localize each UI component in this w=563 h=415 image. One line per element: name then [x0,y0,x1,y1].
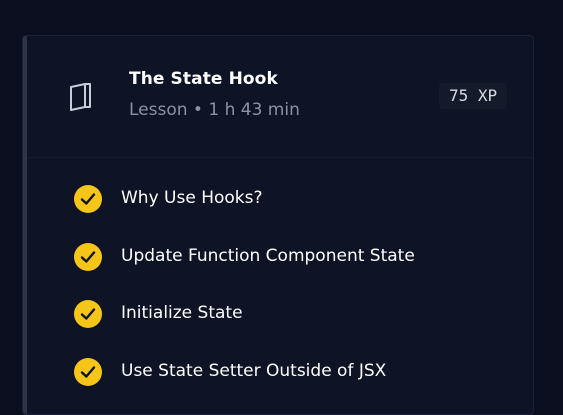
list-item[interactable]: Use State Setter Outside of JSX [74,357,524,387]
list-item[interactable]: Initialize State [74,299,524,329]
lesson-meta: Lesson • 1 h 43 min [129,100,300,120]
check-circle-icon [74,243,102,271]
list-item-label: Update Function Component State [121,246,415,266]
check-circle-icon [74,358,102,386]
list-item-label: Why Use Hooks? [121,188,263,208]
list-item-label: Use State Setter Outside of JSX [121,361,387,381]
list-item[interactable]: Why Use Hooks? [74,184,524,214]
lesson-card: The State Hook Lesson • 1 h 43 min 75 XP… [22,35,534,415]
check-circle-icon [74,300,102,328]
book-icon [70,83,91,111]
list-item-label: Initialize State [121,303,243,323]
check-circle-icon [74,185,102,213]
lesson-header[interactable]: The State Hook Lesson • 1 h 43 min 75 XP [27,36,533,158]
xp-badge: 75 XP [439,83,508,109]
list-item[interactable]: Update Function Component State [74,242,524,272]
lesson-title: The State Hook [129,69,278,89]
